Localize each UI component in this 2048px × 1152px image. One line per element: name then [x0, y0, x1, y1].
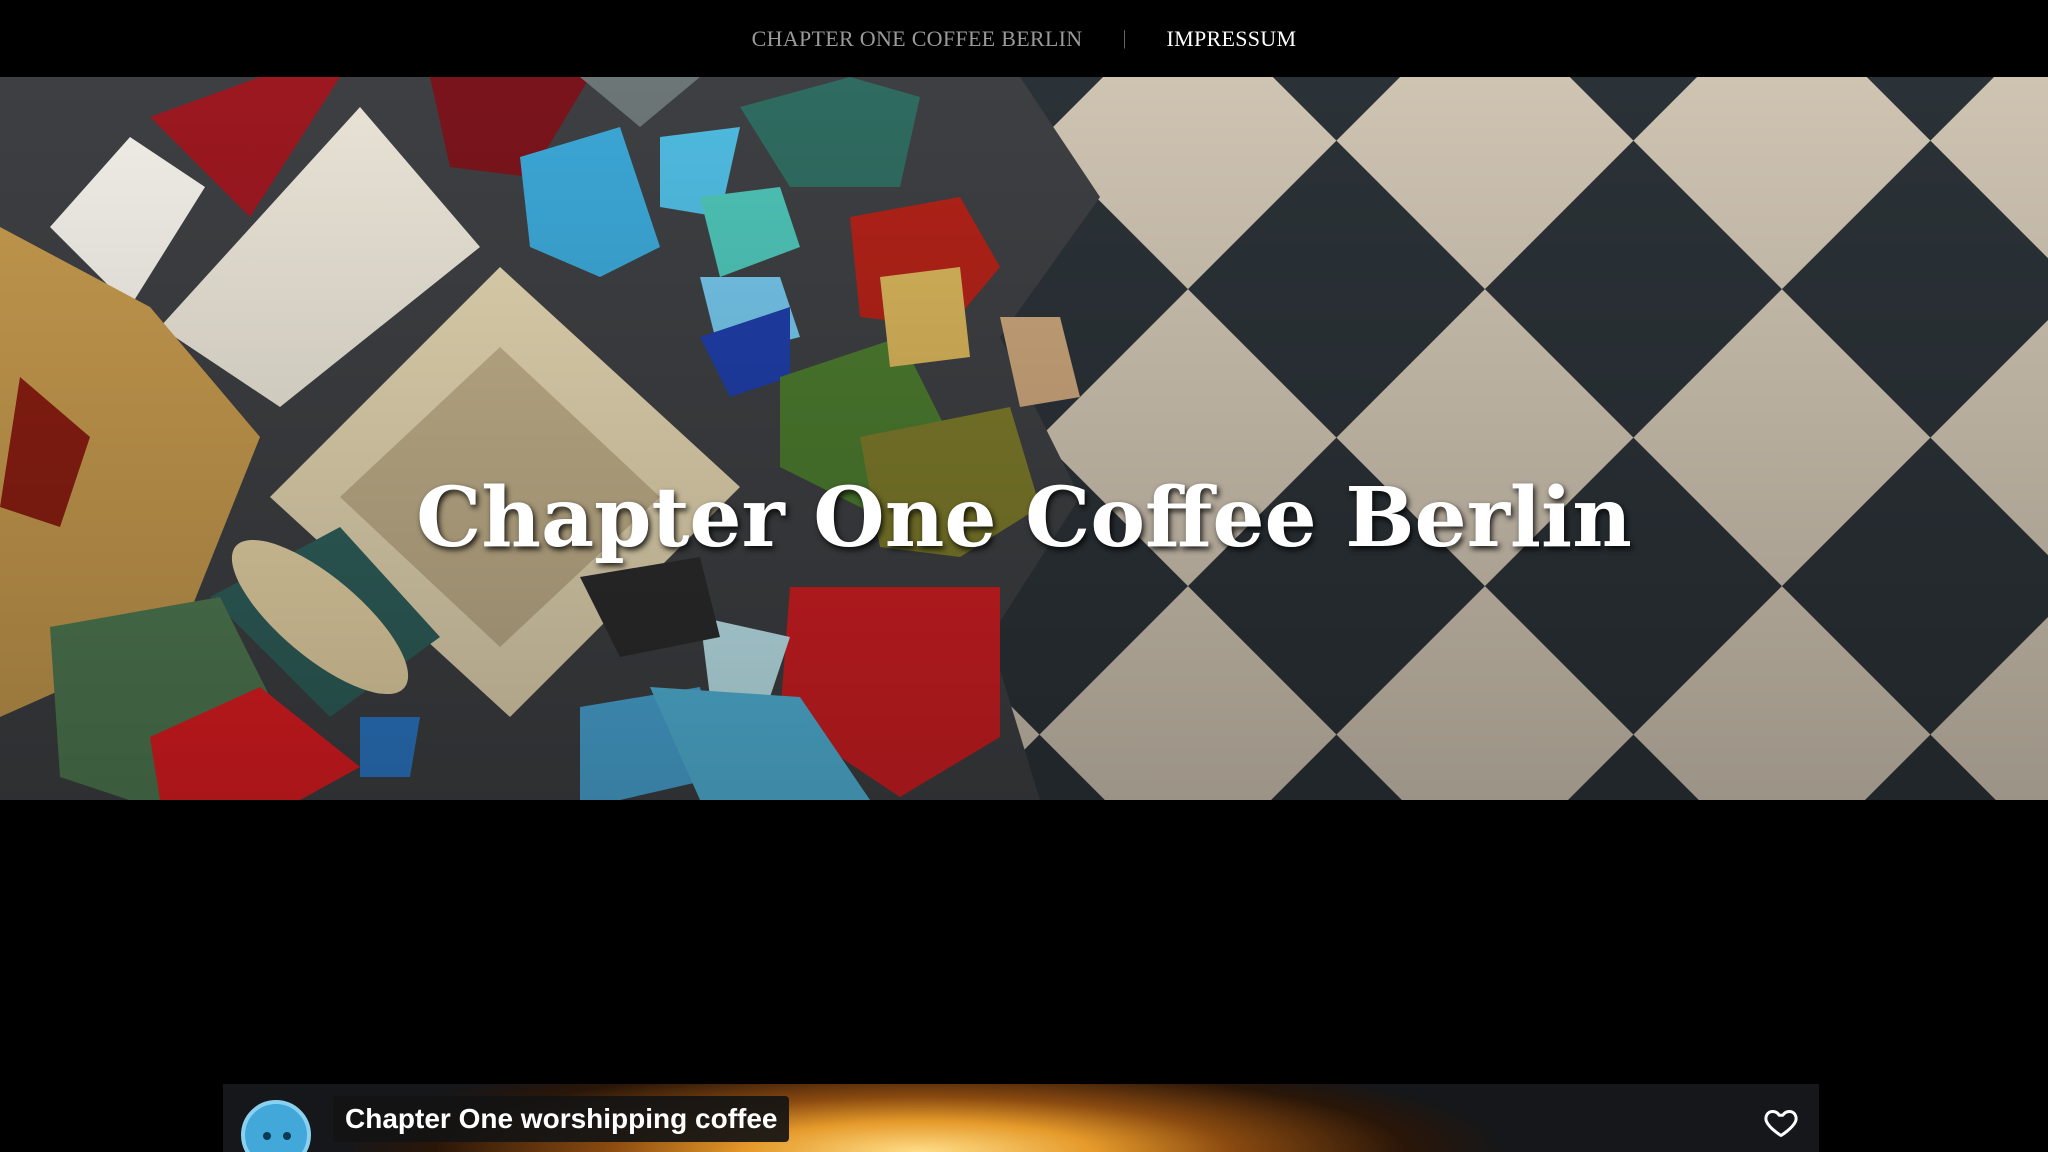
- video-embed[interactable]: Chapter One worshipping coffee: [223, 1084, 1819, 1152]
- top-navigation: CHAPTER ONE COFFEE BERLIN | IMPRESSUM: [0, 0, 2048, 77]
- nav-separator: |: [1122, 27, 1127, 49]
- hero-title: Chapter One Coffee Berlin: [416, 470, 1632, 566]
- video-title[interactable]: Chapter One worshipping coffee: [333, 1096, 790, 1142]
- nav-link-home[interactable]: CHAPTER ONE COFFEE BERLIN: [752, 26, 1083, 52]
- hero-banner: Chapter One Coffee Berlin: [0, 77, 2048, 800]
- nav-link-impressum[interactable]: IMPRESSUM: [1166, 26, 1296, 52]
- heart-icon[interactable]: [1763, 1104, 1799, 1140]
- channel-avatar-icon[interactable]: [241, 1100, 311, 1152]
- hero-mosaic-image: [0, 77, 2048, 800]
